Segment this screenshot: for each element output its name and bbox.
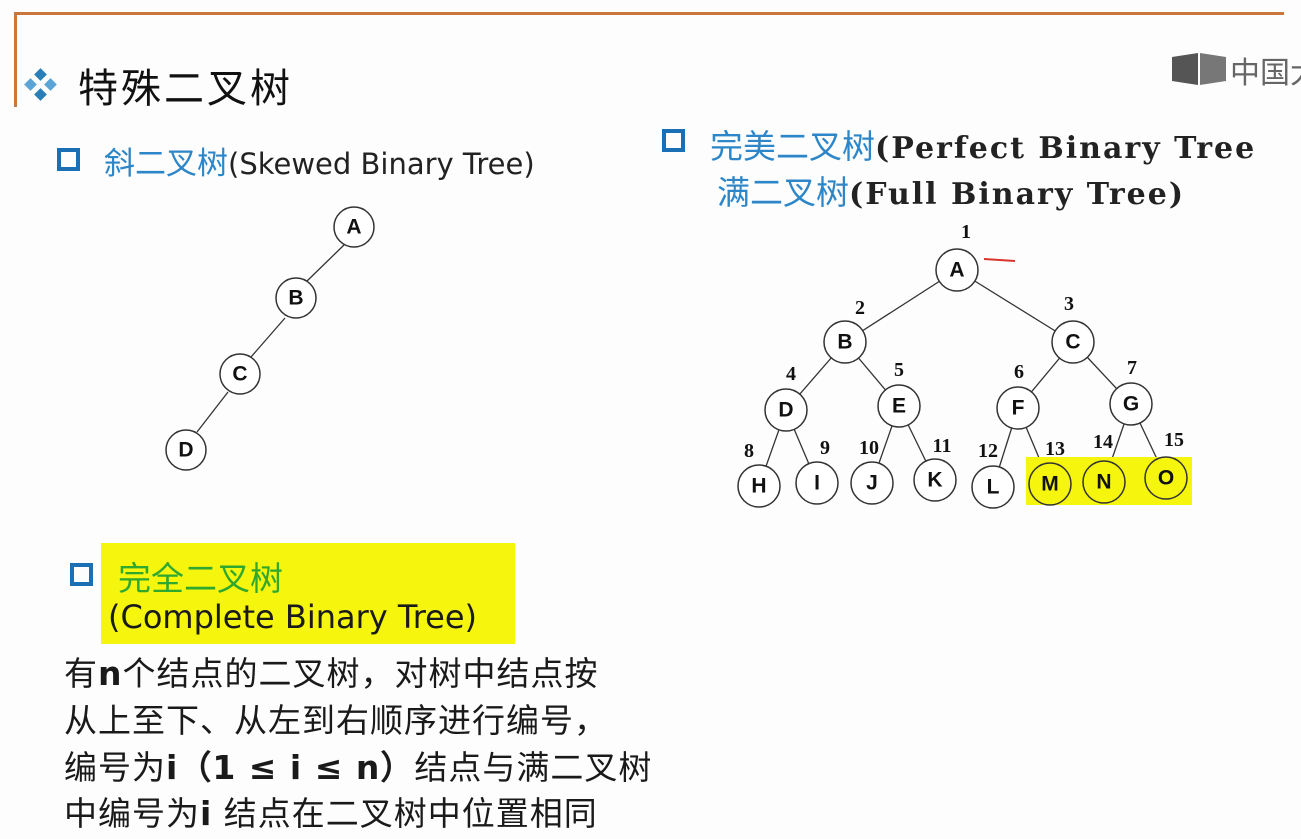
node-number: 12 <box>978 440 998 462</box>
complete-desc-line-2: 从上至下、从左到右顺序进行编号， <box>64 694 608 742</box>
node-label: D <box>178 439 193 462</box>
complete-desc-line-3: 编号为i（1 ≤ i ≤ n）结点与满二叉树 <box>64 741 652 789</box>
perfect-node: N 14 <box>1082 431 1126 504</box>
desc-range: （1 ≤ i ≤ n） <box>178 748 415 787</box>
desc-text: 结点在二叉树中位置相同 <box>212 794 598 833</box>
desc-text: 结点与满二叉树 <box>414 748 653 787</box>
desc-var-n: n <box>98 654 123 693</box>
node-number: 1 <box>961 221 971 243</box>
perfect-node: J 10 <box>850 437 894 505</box>
node-label: A <box>949 259 964 282</box>
node-label: I <box>814 472 820 495</box>
node-number: 13 <box>1045 438 1065 460</box>
desc-text: 有 <box>64 654 98 693</box>
perfect-node: B 2 <box>823 297 867 364</box>
node-number: 6 <box>1014 361 1024 383</box>
perfect-node: A 1 <box>935 221 979 292</box>
desc-var-i: i <box>166 748 179 787</box>
perfect-node: F 6 <box>996 361 1040 430</box>
node-number: 14 <box>1093 431 1113 453</box>
skewed-node: D <box>165 429 207 471</box>
skewed-node: A <box>333 206 375 248</box>
node-label: C <box>1065 331 1080 354</box>
node-label: L <box>987 476 1000 499</box>
node-label: C <box>232 363 247 386</box>
skewed-tree-edges <box>196 244 345 433</box>
node-number: 2 <box>855 297 865 319</box>
node-label: A <box>346 216 361 239</box>
desc-text: 编号为 <box>64 748 166 787</box>
skewed-node: C <box>219 353 261 395</box>
tree-edge <box>305 244 345 283</box>
node-number: 15 <box>1164 429 1184 451</box>
skewed-node: B <box>275 277 317 319</box>
perfect-node: G 7 <box>1109 357 1153 426</box>
node-number: 7 <box>1127 357 1137 379</box>
node-number: 5 <box>894 359 904 381</box>
node-label: D <box>778 399 793 422</box>
pen-mark <box>983 258 1016 262</box>
node-number: 9 <box>820 437 830 459</box>
desc-text: 从上至下、从左到右顺序进行编号， <box>64 701 608 740</box>
node-number: 3 <box>1064 293 1074 315</box>
node-label: G <box>1123 393 1139 416</box>
node-label: H <box>751 475 766 498</box>
node-number: 4 <box>786 363 796 385</box>
desc-text: 个结点的二叉树，对树中结点按 <box>122 654 599 693</box>
complete-desc-line-4: 中编号为i 结点在二叉树中位置相同 <box>64 787 598 835</box>
node-label: O <box>1158 467 1174 490</box>
perfect-node: E 5 <box>877 359 921 428</box>
perfect-node: K 11 <box>913 435 957 502</box>
node-label: N <box>1096 471 1111 494</box>
node-label: F <box>1012 397 1025 420</box>
perfect-node: D 4 <box>764 363 808 432</box>
perfect-node: O 15 <box>1144 429 1188 500</box>
perfect-node: C 3 <box>1051 293 1095 364</box>
perfect-node: L 12 <box>971 440 1015 509</box>
node-label: J <box>866 472 878 495</box>
complete-heading-cn: 完全二叉树 <box>118 559 283 598</box>
perfect-node: H 8 <box>737 440 781 508</box>
node-label: M <box>1041 473 1059 496</box>
complete-desc-line-1: 有n个结点的二叉树，对树中结点按 <box>64 647 599 695</box>
tree-edge <box>250 317 286 358</box>
node-number: 8 <box>744 440 754 462</box>
tree-edge <box>196 391 229 433</box>
node-number: 11 <box>933 435 952 457</box>
node-label: K <box>927 469 942 492</box>
node-label: B <box>837 331 852 354</box>
desc-text: 中编号为 <box>64 794 200 833</box>
square-bullet-icon <box>70 563 93 586</box>
node-label: B <box>288 287 303 310</box>
desc-var-i: i <box>200 794 213 833</box>
complete-heading-en: (Complete Binary Tree) <box>108 598 478 636</box>
node-number: 10 <box>859 437 879 459</box>
node-label: E <box>892 395 906 418</box>
